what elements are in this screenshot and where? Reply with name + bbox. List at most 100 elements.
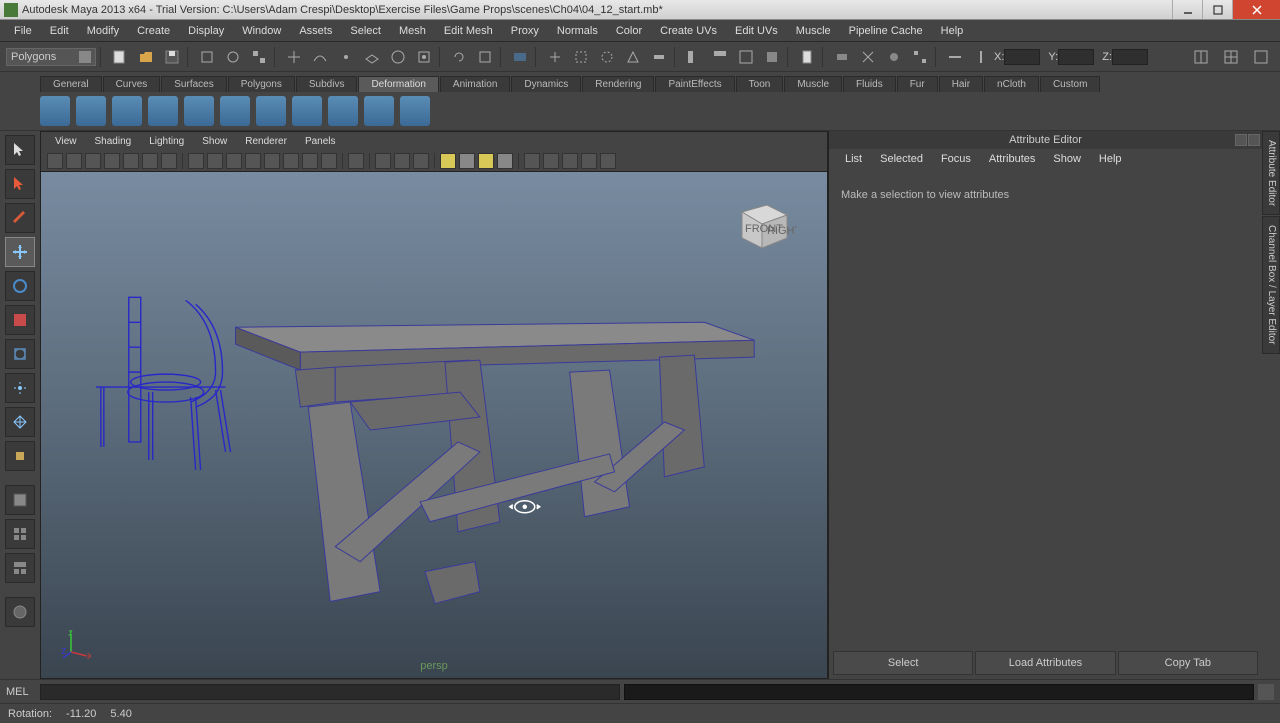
layout-button-1[interactable] [1190,46,1212,68]
universal-tool[interactable] [5,339,35,369]
vt-light-1-icon[interactable] [440,153,456,169]
construction-button-1[interactable] [683,46,705,68]
misc-button-5[interactable] [944,46,966,68]
vt-render-2-icon[interactable] [543,153,559,169]
vt-shade-3-icon[interactable] [226,153,242,169]
construction-button-3[interactable] [735,46,757,68]
menu-edituvs[interactable]: Edit UVs [727,22,786,40]
shelf-icon-2[interactable] [76,96,106,126]
snap-plane-button[interactable] [361,46,383,68]
vt-shade-5-icon[interactable] [264,153,280,169]
viewport-menu-panels[interactable]: Panels [297,135,344,148]
attr-load-button[interactable]: Load Attributes [975,651,1115,675]
attr-menu-selected[interactable]: Selected [872,152,931,166]
new-scene-button[interactable] [109,46,131,68]
vt-shade-4-icon[interactable] [245,153,261,169]
layout-button-2[interactable] [1220,46,1242,68]
vt-render-1-icon[interactable] [524,153,540,169]
history-button[interactable] [448,46,470,68]
vt-shade-7-icon[interactable] [302,153,318,169]
vt-shade-6-icon[interactable] [283,153,299,169]
paint-tool[interactable] [5,203,35,233]
viewport-menu-shading[interactable]: Shading [87,135,140,148]
vt-film-icon[interactable] [123,153,139,169]
attr-menu-show[interactable]: Show [1045,152,1089,166]
input-button-5[interactable] [648,46,670,68]
shelf-tab-custom[interactable]: Custom [1040,76,1100,92]
vt-shade-8-icon[interactable] [321,153,337,169]
vt-res-icon[interactable] [161,153,177,169]
show-manip-tool[interactable] [5,407,35,437]
view-cube[interactable]: FRONT RIGHT [727,190,797,260]
shelf-tab-rendering[interactable]: Rendering [582,76,654,92]
lasso-tool[interactable] [5,169,35,199]
menu-create[interactable]: Create [129,22,178,40]
attr-close-button[interactable] [1248,134,1260,146]
shelf-tab-painteffects[interactable]: PaintEffects [655,76,734,92]
shelf-icon-9[interactable] [328,96,358,126]
shelf-tab-subdivs[interactable]: Subdivs [296,76,358,92]
vt-display-2-icon[interactable] [394,153,410,169]
shelf-tab-animation[interactable]: Animation [440,76,510,92]
snap-curve-button[interactable] [309,46,331,68]
outliner-button[interactable] [5,597,35,627]
attr-menu-focus[interactable]: Focus [933,152,979,166]
attr-menu-help[interactable]: Help [1091,152,1130,166]
shelf-tab-ncloth[interactable]: nCloth [984,76,1039,92]
vt-render-4-icon[interactable] [581,153,597,169]
vt-shade-2-icon[interactable] [207,153,223,169]
layout-button-3[interactable] [1250,46,1272,68]
menu-window[interactable]: Window [234,22,289,40]
vt-shade-1-icon[interactable] [188,153,204,169]
vt-gate-icon[interactable] [142,153,158,169]
vt-bookmark-icon[interactable] [66,153,82,169]
snap-grid-button[interactable] [283,46,305,68]
menu-editmesh[interactable]: Edit Mesh [436,22,501,40]
rotate-tool[interactable] [5,271,35,301]
viewport-menu-view[interactable]: View [47,135,85,148]
selection-mask-button[interactable] [196,46,218,68]
vt-camera-icon[interactable] [47,153,63,169]
input-button-1[interactable] [544,46,566,68]
misc-button-6[interactable] [970,46,992,68]
attr-menu-attributes[interactable]: Attributes [981,152,1043,166]
shelf-tab-fur[interactable]: Fur [897,76,938,92]
layout-single[interactable] [5,485,35,515]
menu-modify[interactable]: Modify [79,22,127,40]
menu-assets[interactable]: Assets [291,22,340,40]
shelf-icon-11[interactable] [400,96,430,126]
viewport-menu-show[interactable]: Show [194,135,235,148]
menu-pipelinecache[interactable]: Pipeline Cache [841,22,931,40]
menu-color[interactable]: Color [608,22,650,40]
shelf-tab-polygons[interactable]: Polygons [228,76,295,92]
viewport-menu-renderer[interactable]: Renderer [237,135,295,148]
attr-menu-list[interactable]: List [837,152,870,166]
last-tool[interactable] [5,441,35,471]
menu-display[interactable]: Display [180,22,232,40]
menu-normals[interactable]: Normals [549,22,606,40]
vt-light-2-icon[interactable] [459,153,475,169]
shelf-tab-deformation[interactable]: Deformation [358,76,438,92]
shelf-tab-general[interactable]: General [40,76,102,92]
shelf-icon-10[interactable] [364,96,394,126]
misc-button-2[interactable] [857,46,879,68]
construction-button-2[interactable] [709,46,731,68]
history-button-2[interactable] [474,46,496,68]
vt-render-5-icon[interactable] [600,153,616,169]
menu-mesh[interactable]: Mesh [391,22,434,40]
maximize-button[interactable] [1202,0,1232,19]
menu-select[interactable]: Select [342,22,389,40]
save-scene-button[interactable] [161,46,183,68]
shelf-icon-4[interactable] [148,96,178,126]
side-tab-channel-box[interactable]: Channel Box / Layer Editor [1262,216,1280,354]
attr-copy-button[interactable]: Copy Tab [1118,651,1258,675]
layout-four[interactable] [5,519,35,549]
shelf-icon-1[interactable] [40,96,70,126]
shelf-icon-7[interactable] [256,96,286,126]
vt-light-4-icon[interactable] [497,153,513,169]
coord-z-input[interactable] [1112,49,1148,65]
viewport-canvas[interactable]: FRONT RIGHT y x z persp [41,172,827,678]
coord-x-input[interactable] [1004,49,1040,65]
vt-render-3-icon[interactable] [562,153,578,169]
side-tab-attr-editor[interactable]: Attribute Editor [1262,131,1280,215]
